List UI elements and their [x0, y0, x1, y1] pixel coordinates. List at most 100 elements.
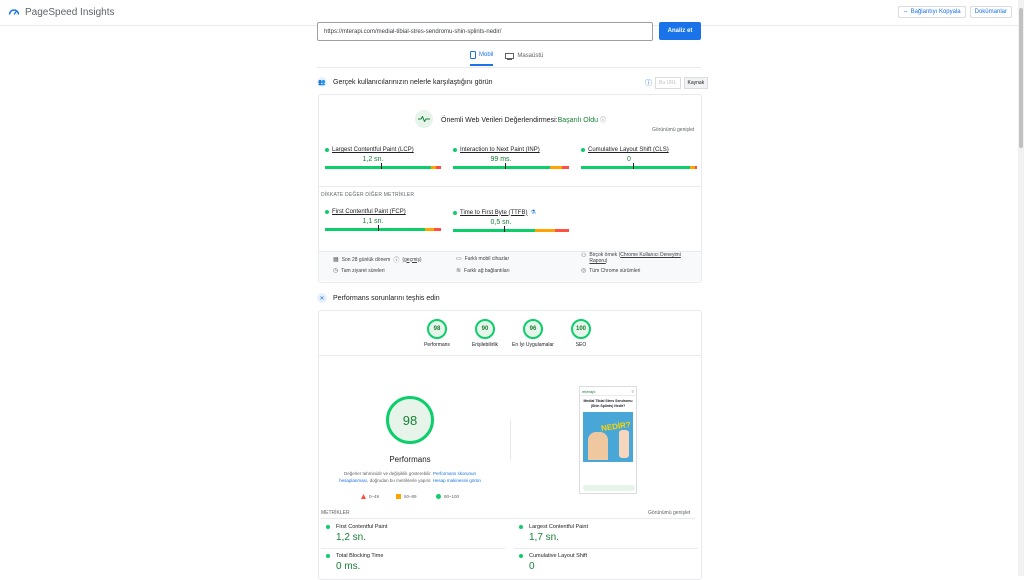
lab-metric-cls: Cumulative Layout Shift 0: [519, 553, 587, 572]
p75-marker: [378, 225, 380, 231]
good-status-dot: [519, 525, 523, 529]
lab-row-divider: [514, 548, 698, 549]
lab-metrics-divider: [321, 518, 695, 519]
score-seo-ring: 100: [571, 319, 591, 339]
scrollbar[interactable]: [1018, 0, 1024, 576]
info-source: ⚇ Birçok örnek (Chrome Kullanıcı Deneyim…: [581, 252, 681, 264]
lab-expand-view-link[interactable]: Görünümü genişlet: [648, 510, 690, 516]
good-status-dot: [325, 148, 329, 152]
score-seo[interactable]: 100 SEO: [566, 319, 596, 348]
good-status-dot: [326, 554, 330, 558]
calculator-link[interactable]: Hesap makinesini görün: [433, 478, 481, 483]
legend-poor: 0–49: [361, 494, 379, 499]
users-icon: 👥: [317, 77, 327, 87]
preview-whatsapp-bar: [583, 485, 635, 491]
url-input[interactable]: https://mterapi.com/medial-tibial-stres-…: [317, 22, 653, 41]
toggle-this-url[interactable]: Bu URL: [655, 77, 681, 89]
expand-view-link[interactable]: Görünümü genişlet: [652, 127, 694, 133]
info-visits: ◷ Tam ziyaret süreleri: [333, 267, 385, 275]
brand[interactable]: PageSpeed Insights: [8, 6, 115, 18]
good-segment: [581, 166, 691, 169]
tab-desktop[interactable]: Masaüstü: [505, 51, 543, 66]
performance-gauge: 98: [386, 396, 434, 444]
score-accessibility-ring: 90: [475, 319, 495, 339]
lab-metric-tbt: Total Blocking Time 0 ms.: [326, 553, 383, 572]
poor-segment: [434, 228, 441, 231]
good-status-dot: [453, 210, 457, 215]
desktop-icon: [505, 52, 515, 60]
analyze-button[interactable]: Analiz et: [659, 22, 701, 40]
good-segment: [453, 166, 551, 169]
person-figure: [588, 432, 608, 460]
good-status-dot: [453, 148, 457, 152]
cwv-status: Başarılı Oldu: [557, 116, 599, 124]
legend-poor-label: 0–49: [369, 494, 380, 499]
info-icon[interactable]: ⓘ: [645, 78, 652, 88]
info-devices: ▭ Farklı mobil cihazlar: [456, 255, 510, 263]
docs-label: Dokümanlar: [974, 9, 1007, 15]
score-accessibility[interactable]: 90 Erişilebilirlik: [463, 319, 507, 348]
performance-gauge-label: Performans: [389, 455, 431, 464]
scroll-thumb[interactable]: [1019, 8, 1023, 148]
lab-metric-lcp-label: Largest Contentful Paint: [529, 524, 589, 530]
help-icon[interactable]: ⓘ: [600, 118, 606, 124]
p75-marker: [380, 163, 382, 169]
good-segment: [325, 166, 431, 169]
good-segment: [325, 228, 425, 231]
cwv-title: Önemli Web Verileri Değerlendirmesi:: [441, 116, 558, 124]
legend-average-label: 50–89: [404, 494, 417, 499]
good-status-dot: [325, 210, 329, 214]
pagespeed-logo-icon: [8, 9, 20, 15]
metric-ttfb: Time to First Byte (TTFB) ⚗ 0,5 sn.: [453, 209, 569, 232]
score-note-text: Değerler tahminidir ve değişiklik göster…: [343, 471, 432, 476]
needs-improvement-segment: [550, 166, 563, 169]
chrome-icon: ◎: [581, 268, 587, 274]
toggle-origin[interactable]: Kaynak: [683, 77, 709, 89]
good-status-dot: [326, 525, 330, 529]
scope-toggle: ⓘ Bu URL Kaynak: [645, 77, 709, 89]
devices-icon: ▭: [456, 256, 462, 262]
metric-cls-label[interactable]: Cumulative Layout Shift (CLS): [588, 147, 669, 153]
metric-ttfb-value: 0,5 sn.: [490, 219, 512, 226]
app-title: PageSpeed Insights: [25, 6, 115, 18]
score-best-practices[interactable]: 96 En İyi Uygulamalar: [509, 319, 557, 348]
scores-divider: [319, 355, 701, 356]
cwv-assessment: Önemli Web Verileri Değerlendirmesi:Başa…: [415, 110, 606, 128]
calendar-icon: ▦: [333, 257, 339, 263]
legend-good-label: 90–100: [444, 494, 460, 499]
score-performance[interactable]: 98 Performans: [421, 319, 453, 348]
metric-lcp: Largest Contentful Paint (LCP) 1,2 sn.: [325, 147, 441, 169]
copy-link-button[interactable]: ⇔ Bağlantıyı Kopyala: [897, 6, 966, 18]
score-note: Değerler tahminidir ve değişiklik göster…: [330, 470, 490, 484]
docs-button[interactable]: Dokümanlar: [969, 6, 1012, 18]
metric-fcp-label[interactable]: First Contentful Paint (FCP): [332, 209, 406, 215]
info-icon[interactable]: ⓘ: [393, 255, 399, 264]
info-network: ≋ Farklı ağ bağlantıları: [456, 267, 510, 275]
metric-ttfb-label[interactable]: Time to First Byte (TTFB): [460, 210, 527, 216]
history-link[interactable]: (geçmiş): [402, 257, 421, 263]
info-period: ▦ Son 28 günlük dönem ⓘ (geçmiş): [333, 255, 422, 265]
lab-metric-lcp: Largest Contentful Paint 1,7 sn.: [519, 524, 588, 543]
lab-metric-fcp-label: First Contentful Paint: [336, 524, 388, 530]
triangle-icon: [361, 494, 366, 499]
leg-figure: [619, 430, 629, 458]
tab-mobile[interactable]: Mobil: [470, 51, 494, 66]
section-divider: [319, 186, 701, 187]
needs-improvement-segment: [424, 228, 435, 231]
good-segment: [453, 229, 536, 232]
diagnose-icon: ✕: [317, 293, 327, 303]
device-tabs: Mobil Masaüstü: [470, 51, 543, 66]
score-best-practices-label: En İyi Uygulamalar: [512, 342, 554, 348]
lab-metric-fcp: First Contentful Paint 1,2 sn.: [326, 524, 387, 543]
info-devices-text: Farklı mobil cihazlar: [464, 255, 510, 262]
preview-title: Medial Tibial Stres Sendromu (Shin Splin…: [583, 399, 633, 408]
diagnose-heading: ✕ Performans sorunlarını teşhis edin: [317, 293, 440, 303]
metric-lcp-label[interactable]: Largest Contentful Paint (LCP): [332, 147, 414, 153]
legend-good: 90–100: [436, 494, 459, 499]
score-performance-ring: 98: [427, 319, 447, 339]
poor-segment: [555, 229, 569, 232]
metric-inp-label[interactable]: Interaction to Next Paint (INP): [460, 147, 540, 153]
legend-average: 50–89: [396, 494, 417, 499]
diagnose-heading-text: Performans sorunlarını teşhis edin: [333, 294, 440, 302]
info-period-text: Son 28 günlük dönem: [341, 256, 391, 263]
